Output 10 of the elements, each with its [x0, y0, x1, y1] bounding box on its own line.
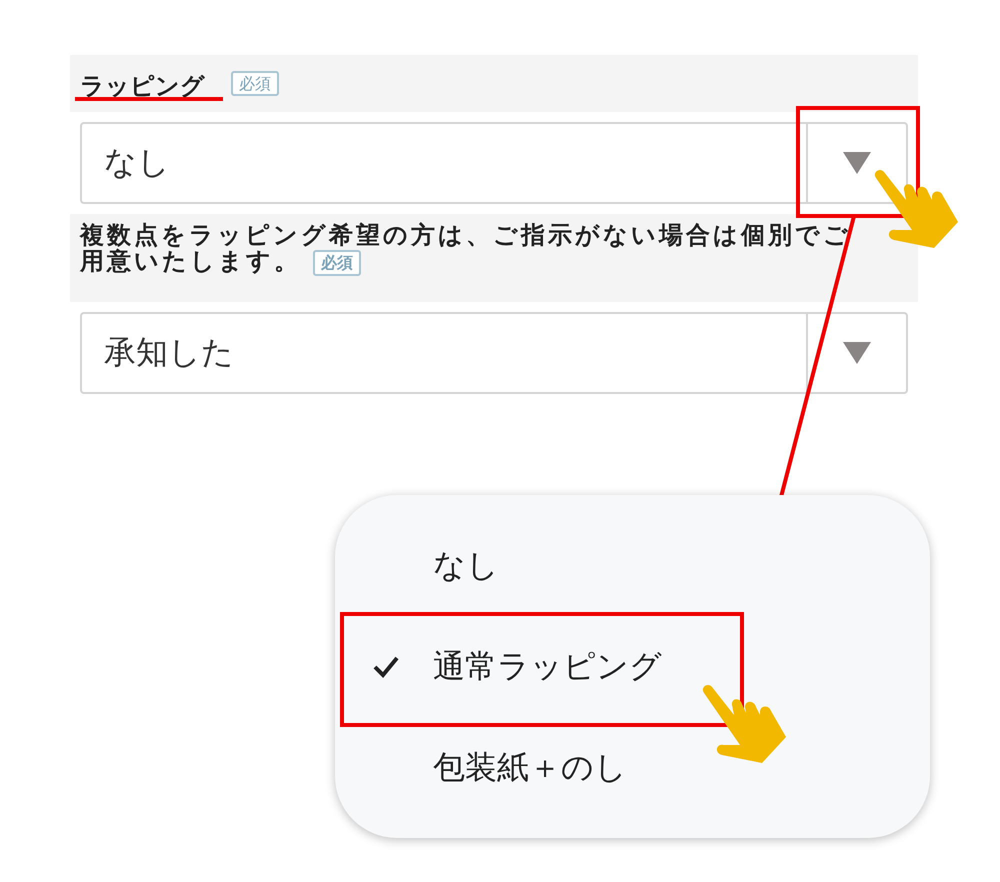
dropdown-option[interactable]: なし	[335, 515, 930, 616]
notice-text: 複数点をラッピング希望の方は、ご指示がない場合は個別でご用意いたします。 必須	[80, 222, 852, 276]
required-badge: 必須	[313, 250, 361, 276]
field-label: ラッピング	[80, 74, 205, 98]
select-field[interactable]: なし	[80, 122, 908, 204]
select-field[interactable]: 承知した	[80, 312, 908, 394]
dropdown-arrow-icon	[843, 152, 871, 174]
dropdown-option[interactable]: 包装紙＋のし	[335, 717, 930, 818]
dropdown-arrow-icon	[843, 342, 871, 364]
required-badge: 必須	[231, 70, 279, 96]
